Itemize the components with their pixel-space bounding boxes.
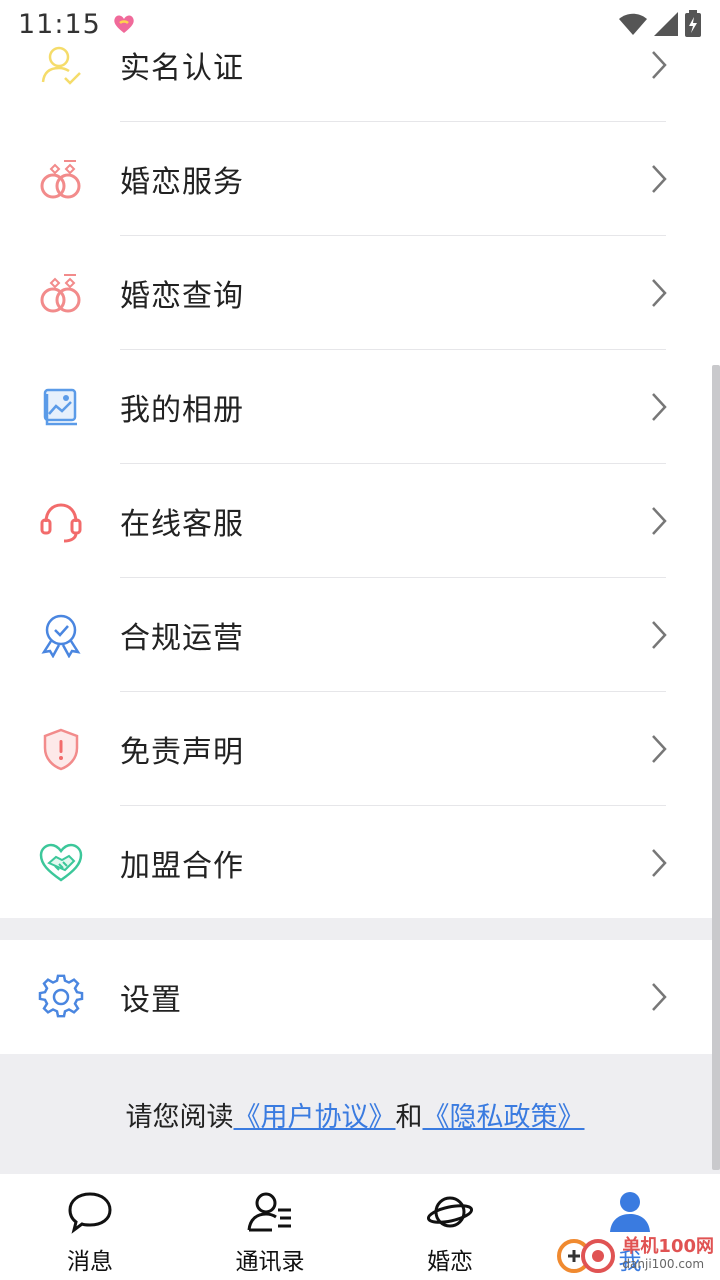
menu-item-label: 设置 <box>120 983 182 1018</box>
person-icon <box>610 1192 650 1232</box>
chevron-right-icon <box>652 165 667 193</box>
agreement-prefix: 请您阅读 <box>125 1101 234 1133</box>
menu-item-marriage-query[interactable]: 婚恋查询 <box>0 236 720 350</box>
chevron-right-icon <box>652 279 667 307</box>
headset-icon <box>40 503 82 543</box>
shield-alert-icon <box>43 728 79 771</box>
chevron-right-icon <box>652 393 667 421</box>
status-time: 11:15 <box>18 8 101 40</box>
agreement-and: 和 <box>395 1101 423 1133</box>
scrollbar[interactable] <box>712 365 720 1170</box>
status-bar: 11:15 <box>0 0 720 48</box>
wedding-rings-icon <box>40 160 81 199</box>
planet-icon <box>426 1196 474 1228</box>
user-verify-icon <box>41 46 81 85</box>
menu-item-label: 合规运营 <box>120 621 244 656</box>
tab-label: 通讯录 <box>235 1249 305 1275</box>
wedding-rings-icon <box>40 274 81 313</box>
menu-item-franchise[interactable]: 加盟合作 <box>0 806 720 920</box>
tab-marriage[interactable]: 婚恋 <box>360 1174 540 1280</box>
gear-icon <box>38 974 84 1018</box>
chevron-right-icon <box>652 507 667 535</box>
watermark-title: 单机100网 <box>622 1236 714 1257</box>
menu-item-label: 加盟合作 <box>120 849 244 884</box>
chat-bubble-icon <box>68 1192 112 1234</box>
heart-app-notification-icon <box>114 15 134 33</box>
tab-contacts[interactable]: 通讯录 <box>180 1174 360 1280</box>
watermark-text: 单机100网 danji100.com <box>622 1236 714 1271</box>
menu-item-label: 我的相册 <box>120 393 244 428</box>
tab-label: 消息 <box>67 1249 113 1275</box>
user-agreement-link[interactable]: 《用户协议》 <box>234 1095 396 1134</box>
watermark-url: danji100.com <box>622 1257 705 1271</box>
menu-item-label: 实名认证 <box>120 51 244 86</box>
menu-item-label: 在线客服 <box>120 507 244 542</box>
battery-charging-icon <box>685 10 701 37</box>
menu-list: 实名认证 婚恋服务 婚恋查询 我的相册 在线客服 合规运营 免责声明 加盟合作 <box>0 8 720 920</box>
watermark: 单机100网 danji100.com <box>554 1232 714 1276</box>
watermark-logo-icon <box>557 1239 616 1273</box>
contacts-icon <box>247 1192 291 1232</box>
wifi-icon <box>619 13 647 35</box>
tab-messages[interactable]: 消息 <box>0 1174 180 1280</box>
chevron-right-icon <box>652 621 667 649</box>
profile-screen: 11:15 实名认证 婚恋服务 婚恋查询 我的相册 在线客服 合规运营 免责声明… <box>0 0 720 1280</box>
menu-item-label: 婚恋查询 <box>120 279 244 314</box>
menu-item-online-support[interactable]: 在线客服 <box>0 464 720 578</box>
menu-item-settings[interactable]: 设置 <box>0 940 720 1054</box>
section-separator <box>0 918 720 940</box>
photo-album-icon <box>43 388 77 426</box>
status-indicators <box>618 10 702 38</box>
privacy-policy-link[interactable]: 《隐私政策》 <box>423 1095 585 1134</box>
chevron-right-icon <box>652 849 667 877</box>
menu-item-disclaimer[interactable]: 免责声明 <box>0 692 720 806</box>
chevron-right-icon <box>652 735 667 763</box>
award-badge-icon <box>41 614 81 658</box>
menu-item-label: 免责声明 <box>120 735 244 770</box>
chevron-right-icon <box>652 983 667 1011</box>
menu-item-my-album[interactable]: 我的相册 <box>0 350 720 464</box>
signal-icon <box>654 12 678 36</box>
tab-label: 婚恋 <box>427 1249 473 1275</box>
menu-item-label: 婚恋服务 <box>120 165 244 200</box>
menu-item-compliance[interactable]: 合规运营 <box>0 578 720 692</box>
menu-item-marriage-service[interactable]: 婚恋服务 <box>0 122 720 236</box>
handshake-heart-icon <box>39 843 83 882</box>
chevron-right-icon <box>652 51 667 79</box>
agreement-notice: 请您阅读 《用户协议》 和 《隐私政策》 <box>0 1054 720 1174</box>
